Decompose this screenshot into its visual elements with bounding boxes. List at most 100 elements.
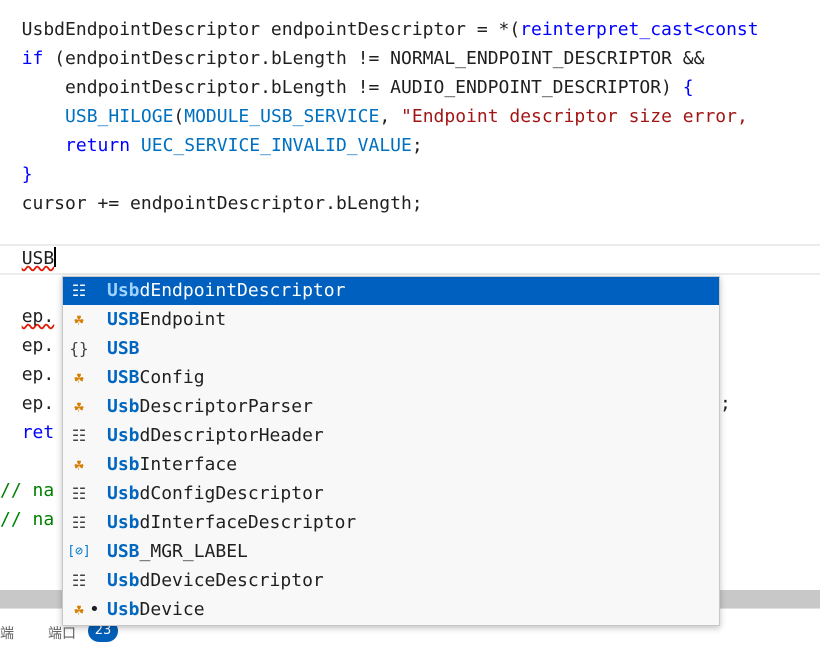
dot-marker: • xyxy=(89,599,100,620)
code-token: <const xyxy=(693,19,759,40)
class-icon: ☘ xyxy=(74,310,84,329)
current-line[interactable]: USB xyxy=(0,244,820,273)
suggestion-label: UsbdConfigDescriptor xyxy=(107,479,324,508)
typed-text: USB xyxy=(21,248,55,269)
namespace-icon: {} xyxy=(69,339,89,358)
label-rest: dInterfaceDescriptor xyxy=(139,512,357,533)
suggestion-item[interactable]: ☷ UsbdConfigDescriptor xyxy=(63,479,719,508)
code-token: USB_HILOGE xyxy=(65,106,174,127)
code-token: ep. xyxy=(21,393,55,414)
suggestion-item[interactable]: ☷ UsbdEndpointDescriptor xyxy=(63,277,719,305)
suggestion-label: UsbdEndpointDescriptor xyxy=(107,277,346,305)
match-highlight: Usb xyxy=(107,512,140,533)
code-token: endpointDescriptor.bLength != AUDIO_ENDP… xyxy=(0,77,683,98)
code-line: } xyxy=(0,160,820,189)
match-highlight: Usb xyxy=(107,454,140,475)
struct-icon: ☷ xyxy=(71,571,87,590)
code-token: UsbdEndpointDescriptor endpointDescripto… xyxy=(0,19,521,40)
label-rest: dConfigDescriptor xyxy=(139,483,324,504)
code-token: { xyxy=(682,77,694,98)
class-icon: ☘ xyxy=(74,397,84,416)
match-highlight: Usb xyxy=(107,425,140,446)
code-token: ep. xyxy=(21,335,55,356)
suggestion-item[interactable]: ☘ USBConfig xyxy=(63,363,719,392)
code-line: return UEC_SERVICE_INVALID_VALUE; xyxy=(0,131,820,160)
code-token: ret xyxy=(21,422,55,443)
code-token: MODULE_USB_SERVICE xyxy=(184,106,380,127)
match-highlight: Usb xyxy=(107,396,140,417)
match-highlight: Usb xyxy=(107,483,140,504)
code-token: ep. xyxy=(21,364,55,385)
suggestion-label: UsbDevice xyxy=(107,595,205,624)
code-line: cursor += endpointDescriptor.bLength; xyxy=(0,189,820,218)
suggestion-label: UsbInterface xyxy=(107,450,237,479)
tab-ports[interactable]: 端口 xyxy=(48,623,76,643)
struct-icon: ☷ xyxy=(71,281,87,300)
suggestion-item[interactable]: ☘ USBEndpoint xyxy=(63,305,719,334)
code-token: } xyxy=(21,164,33,185)
match-highlight: Usb xyxy=(107,599,140,620)
class-icon: ☘ xyxy=(74,368,84,387)
class-icon: ☘ xyxy=(74,600,84,619)
code-token: "Endpoint descriptor size error, xyxy=(401,106,748,127)
suggestion-label: USBConfig xyxy=(107,363,205,392)
code-token: ep. xyxy=(21,306,55,327)
match-highlight: Usb xyxy=(107,570,140,591)
match-highlight: Usb xyxy=(107,280,140,301)
suggestion-item[interactable]: ☘ UsbInterface xyxy=(63,450,719,479)
class-icon: ☘ xyxy=(74,455,84,474)
suggestion-item[interactable]: ☷ UsbdDescriptorHeader xyxy=(63,421,719,450)
suggestion-item[interactable]: [⊘] USB_MGR_LABEL xyxy=(63,537,719,566)
code-token: ( xyxy=(173,106,185,127)
code-token: , xyxy=(379,106,402,127)
code-token: ; xyxy=(411,135,423,156)
suggestion-item[interactable]: ☘ UsbDescriptorParser xyxy=(63,392,719,421)
match-highlight: USB xyxy=(107,338,140,359)
suggestion-label: UsbdInterfaceDescriptor xyxy=(107,508,356,537)
code-token: reinterpret_cast xyxy=(520,19,694,40)
code-line: endpointDescriptor.bLength != AUDIO_ENDP… xyxy=(0,73,820,102)
suggestion-label: UsbdDeviceDescriptor xyxy=(107,566,324,595)
label-rest: Interface xyxy=(139,454,238,475)
code-token: UEC_SERVICE_INVALID_VALUE xyxy=(140,135,412,156)
suggestion-widget[interactable]: ☷ UsbdEndpointDescriptor ☘ USBEndpoint{} USB… xyxy=(62,276,720,626)
suggestion-label: USBEndpoint xyxy=(107,305,226,334)
suggestion-label: USB_MGR_LABEL xyxy=(107,537,248,566)
label-rest: _MGR_LABEL xyxy=(139,541,248,562)
label-rest: Config xyxy=(139,367,205,388)
suggestion-item[interactable]: ☷ UsbdDeviceDescriptor xyxy=(63,566,719,595)
code-line: if (endpointDescriptor.bLength != NORMAL… xyxy=(0,44,820,73)
code-line: USB_HILOGE(MODULE_USB_SERVICE, "Endpoint… xyxy=(0,102,820,131)
struct-icon: ☷ xyxy=(71,426,87,445)
code-token: cursor += endpointDescriptor.bLength; xyxy=(0,193,423,214)
suggestion-item[interactable]: ☘ • UsbDevice xyxy=(63,595,719,624)
text-cursor xyxy=(54,247,57,267)
label-rest: dDeviceDescriptor xyxy=(139,570,324,591)
suggestion-item[interactable]: ☷ UsbdInterfaceDescriptor xyxy=(63,508,719,537)
code-token: ; xyxy=(720,393,731,414)
struct-icon: ☷ xyxy=(71,484,87,503)
suggestion-label: UsbDescriptorParser xyxy=(107,392,313,421)
suggestion-label: USB xyxy=(107,334,140,363)
code-token: (endpointDescriptor.bLength != NORMAL_EN… xyxy=(43,48,705,69)
code-line: UsbdEndpointDescriptor endpointDescripto… xyxy=(0,15,820,44)
struct-icon: ☷ xyxy=(71,513,87,532)
label-rest: dEndpointDescriptor xyxy=(139,280,346,301)
label-rest: Device xyxy=(139,599,205,620)
constant-icon: [⊘] xyxy=(67,544,91,559)
match-highlight: USB xyxy=(107,541,140,562)
code-token: // na xyxy=(0,480,55,501)
tab-terminal[interactable]: 端 xyxy=(0,623,14,643)
match-highlight: USB xyxy=(107,309,140,330)
label-rest: DescriptorParser xyxy=(139,396,313,417)
code-token: if xyxy=(21,48,44,69)
label-rest: Endpoint xyxy=(139,309,227,330)
current-line-bottom-border xyxy=(0,273,820,275)
suggestion-item[interactable]: {} USB xyxy=(63,334,719,363)
suggestion-label: UsbdDescriptorHeader xyxy=(107,421,324,450)
